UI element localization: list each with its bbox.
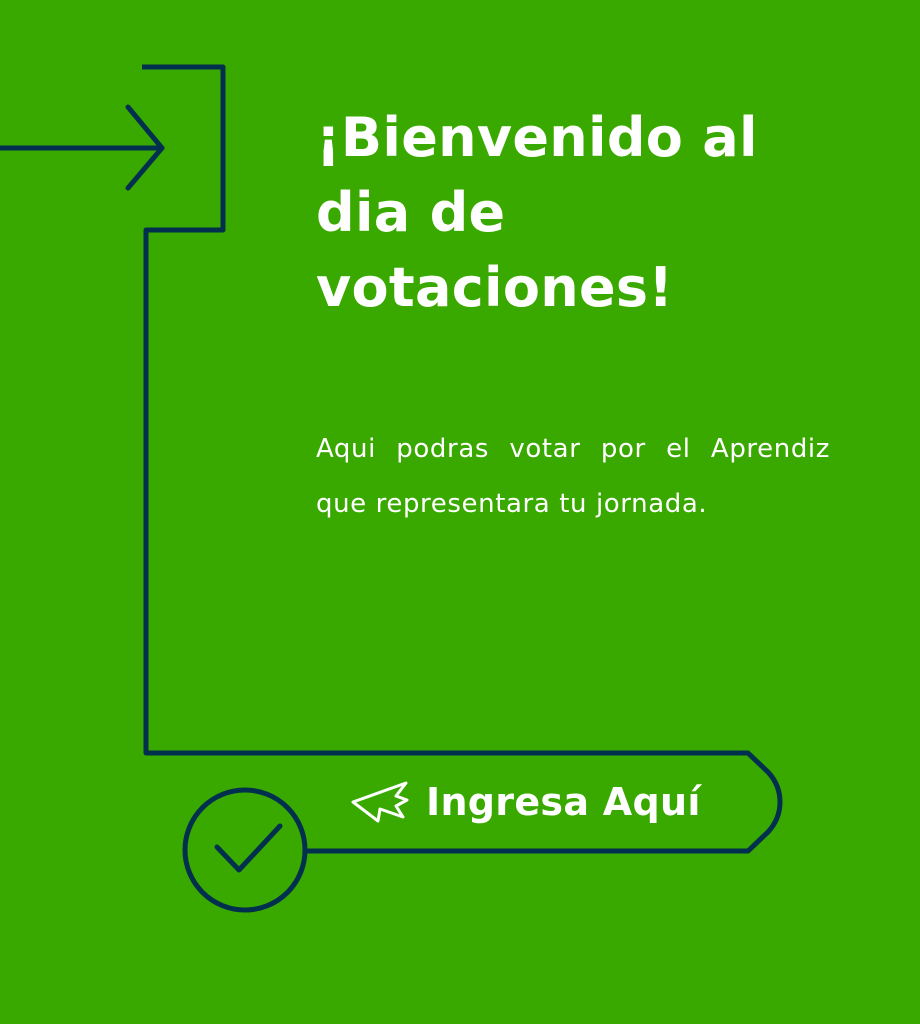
welcome-screen: ¡Bienvenido al dia de votaciones! Aqui p…: [0, 0, 920, 1024]
title-line: dia de: [316, 181, 506, 244]
enter-button-label: Ingresa Aquí: [426, 780, 701, 824]
welcome-description: Aqui podras votar por el Aprendiz que re…: [316, 434, 830, 519]
cursor-arrow-icon: [351, 781, 409, 823]
arrow-right-icon: [0, 104, 165, 191]
page-title: ¡Bienvenido al dia de votaciones!: [316, 100, 836, 325]
checkmark-circle-icon: [182, 787, 308, 913]
title-line: ¡Bienvenido al: [316, 106, 758, 169]
title-line: votaciones!: [316, 256, 674, 319]
enter-button[interactable]: Ingresa Aquí: [338, 770, 738, 834]
